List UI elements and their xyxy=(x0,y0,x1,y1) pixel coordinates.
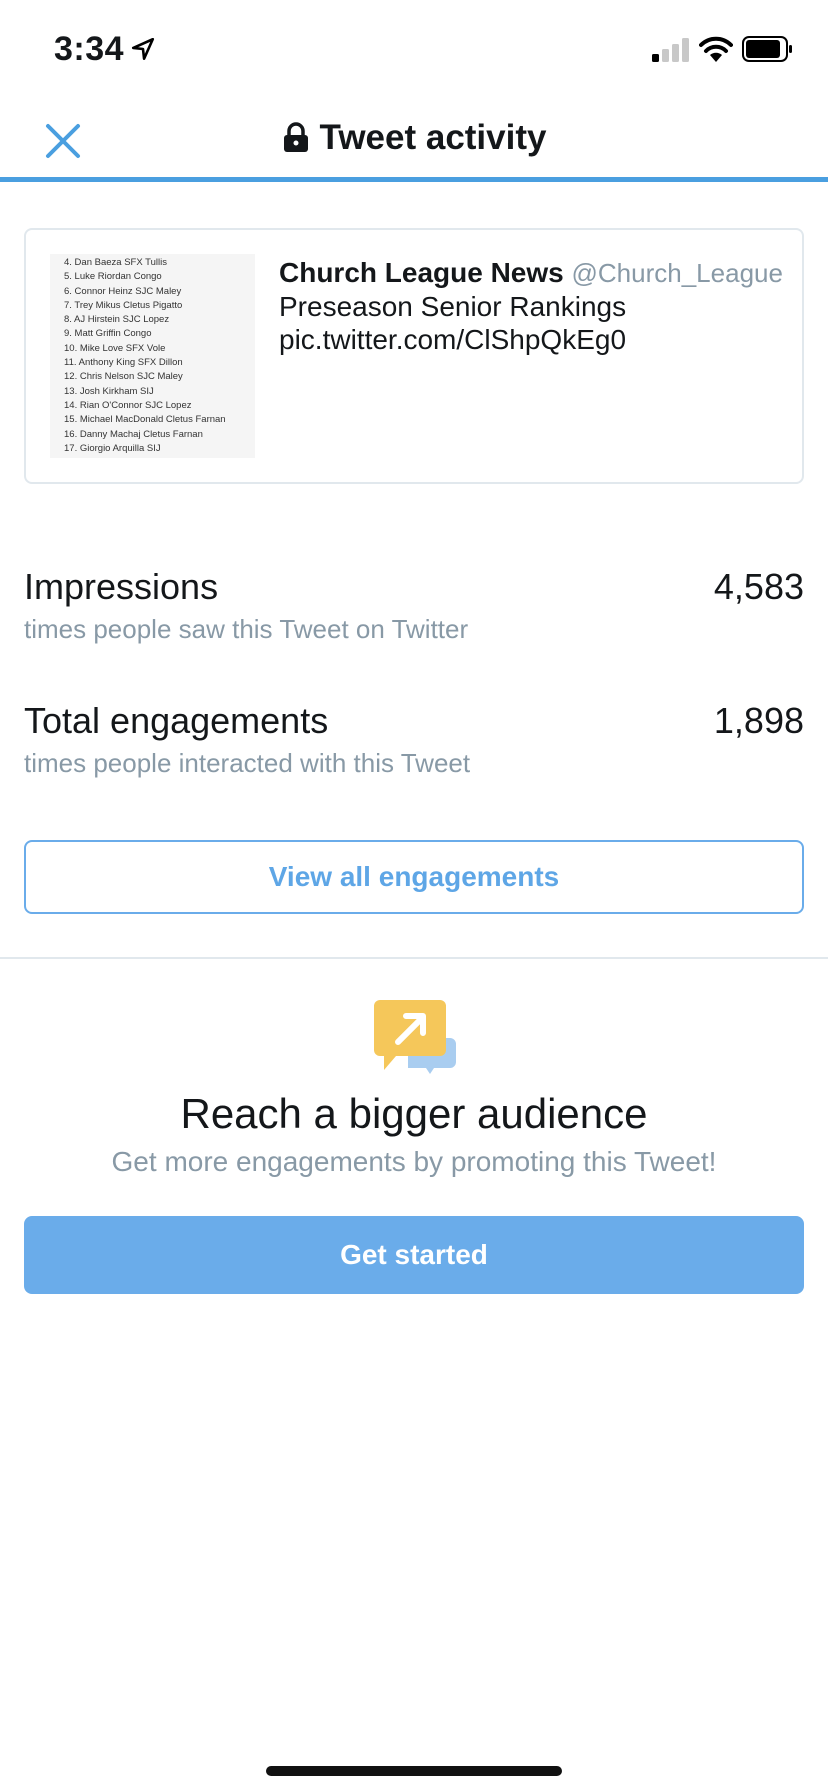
lock-icon xyxy=(283,122,308,152)
thumbnail-line: 8. AJ Hirstein SJC Lopez xyxy=(64,314,170,326)
thumbnail-line: 16. Danny Machaj Cletus Farnan xyxy=(64,428,203,440)
thumbnail-line: 9. Matt Griffin Congo xyxy=(64,328,152,340)
engagements-value: 1,898 xyxy=(713,700,804,741)
tweet-author-name[interactable]: Church League News xyxy=(279,257,564,288)
tweet-body-line: Preseason Senior Rankings xyxy=(279,291,627,322)
promo-title: Reach a bigger audience xyxy=(180,1090,648,1137)
thumbnail-line: 13. Josh Kirkham SIJ xyxy=(64,385,154,397)
thumbnail-line: 12. Chris Nelson SJC Maley xyxy=(64,371,183,383)
tweet-link[interactable]: pic.twitter.com/ClShpQkEg0 xyxy=(279,323,789,356)
thumbnail-line: 10. Mike Love SFX Vole xyxy=(64,342,166,354)
get-started-button[interactable]: Get started xyxy=(24,1216,804,1294)
engagements-label: Total engagements xyxy=(24,700,329,741)
promo-subtitle: Get more engagements by promoting this T… xyxy=(111,1146,717,1177)
view-all-engagements-button[interactable]: View all engagements xyxy=(24,840,804,914)
thumbnail-line: 14. Rian O'Connor SJC Lopez xyxy=(64,399,192,411)
thumbnail-line: 6. Connor Heinz SJC Maley xyxy=(64,285,182,297)
page-title-text: Tweet activity xyxy=(319,118,547,157)
section-divider xyxy=(0,957,828,959)
tweet-text: Church League News @Church_League Presea… xyxy=(279,256,789,356)
impressions-stat: Impressions 4,583 times people saw this … xyxy=(24,566,804,645)
promote-icon xyxy=(374,1000,456,1074)
engagements-description: times people interacted with this Tweet xyxy=(24,748,471,778)
wifi-icon xyxy=(699,36,733,62)
home-indicator[interactable] xyxy=(266,1766,562,1776)
impressions-label: Impressions xyxy=(24,566,219,607)
thumbnail-line: 7. Trey Mikus Cletus Pigatto xyxy=(64,299,183,311)
impressions-value: 4,583 xyxy=(713,566,804,607)
page-title: Tweet activity xyxy=(0,118,828,158)
status-time: 3:34 xyxy=(54,30,125,68)
tweet-author-handle[interactable]: @Church_League xyxy=(572,258,783,288)
location-arrow-icon xyxy=(131,37,155,61)
signal-icon xyxy=(652,38,689,62)
impressions-description: times people saw this Tweet on Twitter xyxy=(24,614,469,644)
thumbnail-line: 11. Anthony King SFX Dillon xyxy=(64,357,183,369)
thumbnail-line: 5. Luke Riordan Congo xyxy=(64,271,162,283)
tweet-card[interactable]: 4. Dan Baeza SFX Tullis 5. Luke Riordan … xyxy=(24,228,804,484)
tweet-thumbnail[interactable]: 4. Dan Baeza SFX Tullis 5. Luke Riordan … xyxy=(50,254,255,458)
status-bar: 3:34 xyxy=(0,0,828,100)
thumbnail-line: 17. Giorgio Arquilla SIJ xyxy=(64,442,161,454)
battery-icon xyxy=(742,36,792,62)
thumbnail-line: 4. Dan Baeza SFX Tullis xyxy=(64,257,167,268)
nav-bar: Tweet activity xyxy=(0,100,828,182)
engagements-stat: Total engagements 1,898 times people int… xyxy=(24,700,804,779)
thumbnail-line: 15. Michael MacDonald Cletus Farnan xyxy=(64,414,226,426)
